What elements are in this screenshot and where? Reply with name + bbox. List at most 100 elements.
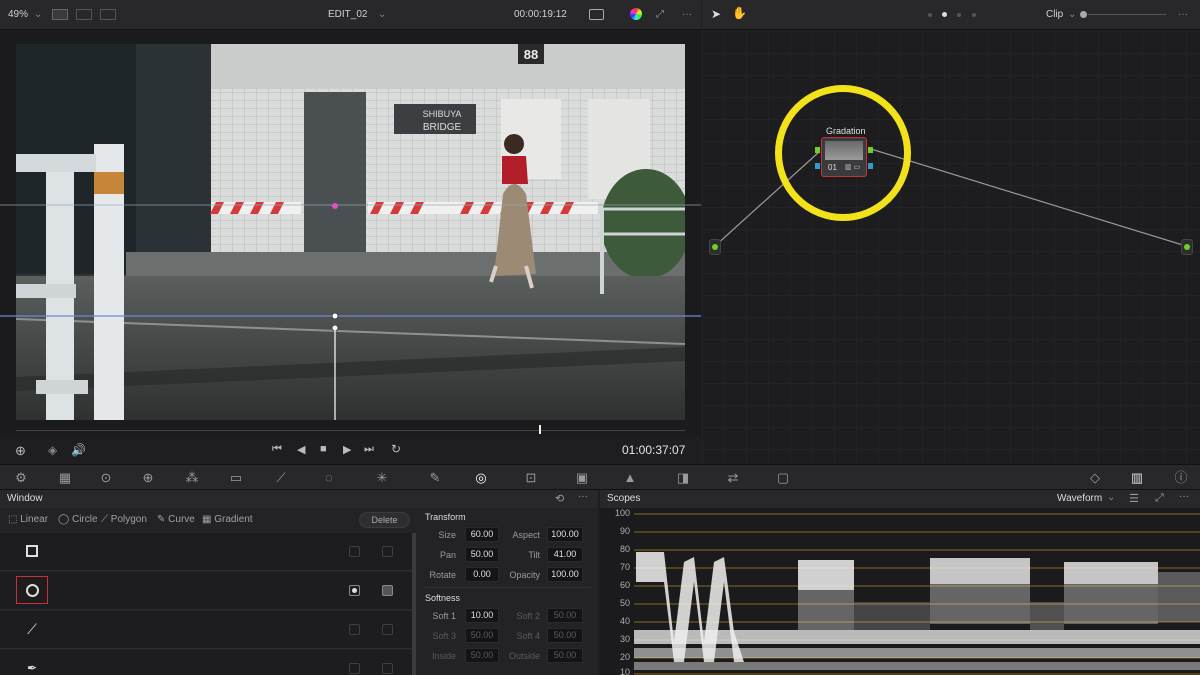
magic-mask-icon[interactable]: ▣ [573, 469, 591, 487]
delete-button[interactable]: Delete [359, 512, 410, 528]
clip-name[interactable]: EDIT_02 [328, 9, 367, 20]
rgb-mixer-icon[interactable]: ⁂ [183, 469, 201, 487]
color-warper-icon[interactable]: ◌ [320, 469, 338, 487]
node-input-rgb[interactable] [815, 147, 820, 153]
blur-icon[interactable]: ▲ [621, 469, 639, 487]
zoom-slider-handle[interactable] [1080, 11, 1087, 18]
tilt-input[interactable]: 41.00 [547, 547, 583, 562]
window-enable-toggle[interactable] [349, 546, 360, 557]
viewer-options-icon[interactable]: ··· [682, 9, 692, 20]
gradation-node[interactable]: 01 ▥ ▭ [821, 137, 867, 177]
page-dot-3[interactable] [957, 13, 961, 17]
circle-window-button[interactable]: ◯ Circle [58, 514, 98, 525]
curve-window-swatch[interactable]: ✒ [16, 654, 48, 675]
inside-input[interactable]: 50.00 [465, 648, 499, 663]
window-enable-toggle[interactable] [349, 585, 360, 596]
viewer-mode-icon[interactable]: ⊕ [15, 443, 26, 459]
window-enable-toggle[interactable] [349, 663, 360, 674]
reset-icon[interactable]: ⟲ [555, 492, 564, 505]
qualifier-icon[interactable]: ✳ [373, 469, 391, 487]
color-wheel-icon[interactable] [630, 8, 642, 20]
size-input[interactable]: 60.00 [465, 527, 499, 542]
node-mode-chevron-icon[interactable]: ⌄ [1068, 9, 1076, 20]
zoom-slider-track[interactable] [1088, 14, 1166, 15]
page-dot-4[interactable] [972, 13, 976, 17]
go-to-start-icon[interactable]: ⏮ [272, 443, 282, 456]
keyframes-icon[interactable]: ◇ [1086, 469, 1104, 487]
softness-handle[interactable] [332, 203, 338, 209]
color-match-icon[interactable]: ▦ [56, 469, 74, 487]
tracker-icon[interactable]: ⊡ [522, 469, 540, 487]
split-viewer-icon[interactable] [76, 9, 92, 20]
curve-window-button[interactable]: ✎ Curve [157, 514, 195, 525]
layers-icon[interactable]: ◈ [48, 443, 57, 457]
window-row-linear[interactable] [0, 533, 412, 571]
window-invert-toggle[interactable] [382, 624, 393, 635]
window-invert-toggle[interactable] [382, 663, 393, 674]
circle-window-swatch[interactable] [16, 576, 48, 604]
window-row-curve[interactable]: ✒ [0, 650, 412, 675]
polygon-window-swatch[interactable]: ⟋ [16, 615, 48, 643]
gradient-window-button[interactable]: ▦ Gradient [202, 514, 253, 525]
curves-icon[interactable]: ⟋ [272, 469, 290, 487]
node-mode-select[interactable]: Clip [1046, 9, 1063, 20]
node-input-key[interactable] [815, 163, 820, 169]
playhead[interactable] [539, 425, 541, 434]
page-dot-1[interactable] [928, 13, 932, 17]
window-row-circle[interactable] [0, 572, 412, 610]
source-input-node[interactable] [709, 239, 721, 255]
reverse-icon[interactable]: ◀ [297, 443, 305, 456]
window-enable-toggle[interactable] [349, 624, 360, 635]
camera-raw-icon[interactable]: ⚙ [12, 469, 30, 487]
gallery-viewer-icon[interactable] [100, 9, 116, 20]
node-output-rgb[interactable] [868, 147, 873, 153]
pointer-tool-icon[interactable]: ➤ [711, 7, 721, 21]
output-node[interactable] [1181, 239, 1193, 255]
info-icon[interactable]: ⓘ [1172, 469, 1190, 487]
scope-type-chevron-icon[interactable]: ⌄ [1107, 492, 1115, 503]
hdr-icon[interactable]: ⊕ [139, 469, 157, 487]
soft3-input[interactable]: 50.00 [465, 628, 499, 643]
qualifier-picker-icon[interactable]: ✎ [426, 469, 444, 487]
outside-input[interactable]: 50.00 [547, 648, 583, 663]
3d-icon[interactable]: ▢ [774, 469, 792, 487]
scope-type-select[interactable]: Waveform [1057, 493, 1102, 504]
soft2-input[interactable]: 50.00 [547, 608, 583, 623]
motion-effects-icon[interactable]: ▭ [227, 469, 245, 487]
opacity-input[interactable]: 100.00 [547, 567, 583, 582]
scope-settings-icon[interactable]: ☰ [1129, 492, 1139, 505]
polygon-window-button[interactable]: ⟋ Polygon [101, 514, 147, 525]
window-overlay[interactable] [0, 31, 701, 436]
window-options-icon[interactable]: ··· [578, 491, 588, 502]
color-wheels-icon[interactable]: ⊙ [97, 469, 115, 487]
window-list-scrollbar[interactable] [412, 533, 416, 675]
sizing-icon[interactable]: ⇄ [724, 469, 742, 487]
scopes-icon[interactable]: ▥ [1128, 469, 1146, 487]
audio-icon[interactable]: 🔊 [71, 443, 86, 457]
play-icon[interactable]: ▶ [343, 443, 351, 456]
rotate-input[interactable]: 0.00 [465, 567, 499, 582]
scope-expand-icon[interactable]: ⤢ [1155, 492, 1164, 505]
pan-input[interactable]: 50.00 [465, 547, 499, 562]
window-invert-toggle[interactable] [382, 585, 393, 596]
center-handle[interactable] [331, 312, 339, 320]
stop-icon[interactable]: ■ [320, 443, 327, 455]
single-viewer-icon[interactable] [52, 9, 68, 20]
window-row-polygon[interactable]: ⟋ [0, 611, 412, 649]
zoom-level[interactable]: 49% [8, 9, 28, 20]
linear-window-button[interactable]: ⬚ Linear [8, 514, 48, 525]
output-monitor-icon[interactable] [589, 9, 604, 20]
node-options-icon[interactable]: ··· [1178, 9, 1188, 20]
page-dot-2[interactable] [942, 12, 947, 17]
node-graph[interactable]: Gradation 01 ▥ ▭ [702, 31, 1200, 464]
scope-options-icon[interactable]: ··· [1179, 491, 1189, 502]
hand-tool-icon[interactable]: ✋ [732, 6, 747, 20]
window-tool-icon[interactable]: ◎ [472, 469, 490, 487]
zoom-chevron-icon[interactable]: ⌄ [34, 9, 42, 20]
go-to-end-icon[interactable]: ⏭ [364, 443, 374, 456]
linear-window-swatch[interactable] [16, 537, 48, 565]
node-output-key[interactable] [868, 163, 873, 169]
loop-icon[interactable]: ↻ [391, 442, 401, 456]
clip-chevron-icon[interactable]: ⌄ [378, 9, 386, 20]
soft1-input[interactable]: 10.00 [465, 608, 499, 623]
